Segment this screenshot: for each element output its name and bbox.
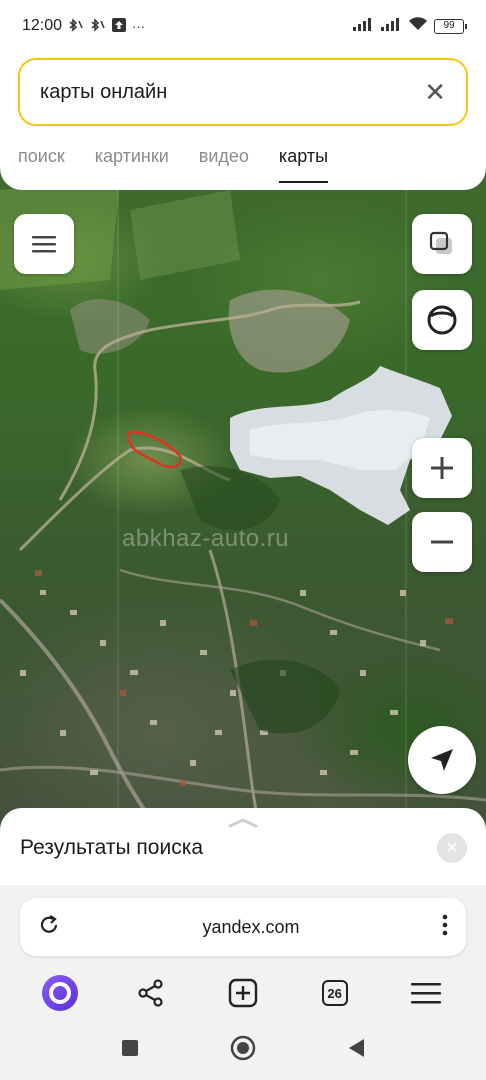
chevron-up-icon[interactable]: [228, 818, 258, 828]
tab-video[interactable]: видео: [199, 146, 249, 183]
search-header: карты онлайн ✕ поиск картинки видео карт…: [0, 52, 486, 190]
more-vertical-icon[interactable]: [442, 914, 448, 941]
status-bar: 12:00 ··· 99: [0, 0, 486, 52]
browser-menu-button[interactable]: [402, 969, 450, 1017]
bluetooth-icon: [68, 17, 84, 35]
upload-notification-icon: [112, 17, 127, 35]
reload-icon[interactable]: [38, 914, 60, 941]
satellite-map[interactable]: [0, 170, 486, 830]
new-tab-button[interactable]: [219, 969, 267, 1017]
tabs-icon: 26: [321, 980, 348, 1006]
search-tabs: поиск картинки видео карты: [18, 146, 328, 183]
signal-icon: [352, 17, 374, 36]
browser-toolbar: 26: [0, 969, 486, 1017]
map-watermark: abkhaz-auto.ru: [122, 525, 290, 552]
map-terrain: [0, 170, 486, 830]
tabs-button[interactable]: 26: [311, 969, 359, 1017]
system-nav-bar: [0, 1020, 486, 1080]
map-camera-button[interactable]: [412, 290, 472, 350]
camera-icon: [427, 305, 457, 335]
search-query[interactable]: карты онлайн: [40, 81, 424, 104]
address-bar[interactable]: yandex.com: [20, 898, 466, 956]
status-right-icons: 99: [352, 16, 467, 36]
bluetooth-icon: [90, 17, 106, 35]
back-icon[interactable]: [346, 1037, 366, 1064]
signal-icon: [380, 17, 402, 36]
url-text[interactable]: yandex.com: [60, 917, 442, 938]
tab-images[interactable]: картинки: [95, 146, 169, 183]
results-title: Результаты поиска: [20, 836, 204, 859]
tab-search[interactable]: поиск: [18, 146, 65, 183]
zoom-out-icon: [431, 540, 453, 544]
menu-icon: [411, 983, 442, 1004]
share-icon: [138, 979, 163, 1007]
status-time: 12:00: [22, 17, 63, 34]
navigate-icon: [431, 749, 453, 771]
zoom-in-button[interactable]: [412, 438, 472, 498]
zoom-in-icon: [431, 457, 453, 479]
map-layers-button[interactable]: [412, 214, 472, 274]
browser-bar: yandex.com 26: [0, 885, 486, 1020]
wifi-icon: [408, 16, 428, 36]
battery-icon: 99: [434, 18, 467, 34]
tab-maps[interactable]: карты: [278, 146, 328, 183]
map-menu-button[interactable]: [14, 214, 74, 274]
search-input[interactable]: карты онлайн ✕: [18, 58, 468, 126]
layers-icon: [429, 231, 452, 254]
my-location-button[interactable]: [408, 726, 476, 794]
alice-button[interactable]: [36, 969, 84, 1017]
share-button[interactable]: [127, 969, 175, 1017]
close-icon[interactable]: ✕: [437, 833, 467, 863]
recents-icon[interactable]: [120, 1038, 140, 1063]
more-dots-icon: ···: [132, 18, 146, 34]
close-icon[interactable]: ✕: [424, 79, 446, 105]
new-tab-icon: [228, 978, 258, 1008]
zoom-out-button[interactable]: [412, 512, 472, 572]
home-icon[interactable]: [230, 1035, 256, 1066]
menu-icon: [32, 236, 56, 253]
alice-icon: [41, 975, 78, 1011]
